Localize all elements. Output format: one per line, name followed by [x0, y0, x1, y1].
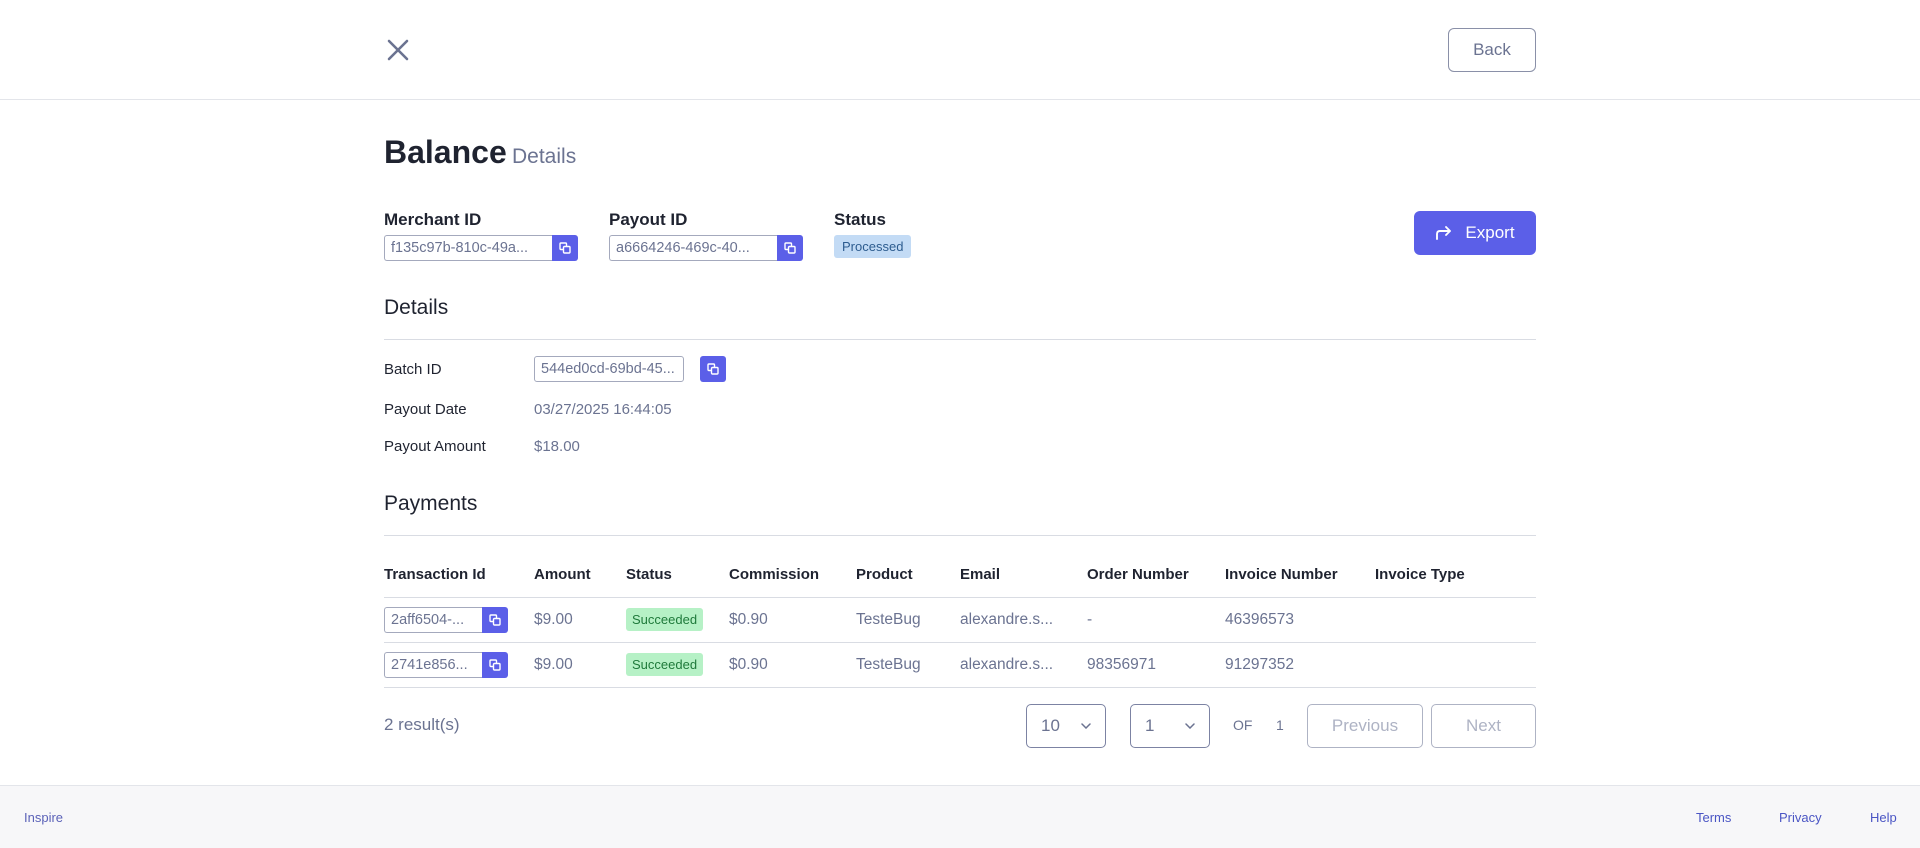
copy-icon — [489, 659, 501, 671]
merchant-id-value[interactable]: f135c97b-810c-49a... — [384, 235, 552, 261]
transaction-id-value[interactable]: 2aff6504-... — [384, 607, 482, 633]
transaction-id-value[interactable]: 2741e856... — [384, 652, 482, 678]
order-number-cell: 98356971 — [1087, 656, 1156, 673]
share-arrow-icon — [1436, 226, 1452, 240]
page-title: Balance — [384, 134, 507, 170]
footer: Inspire Terms Privacy Help — [0, 785, 1920, 848]
column-header: Email — [960, 566, 1001, 583]
column-header: Product — [856, 566, 913, 583]
copy-merchant-id-button[interactable] — [552, 235, 578, 261]
close-icon — [387, 39, 409, 61]
back-button[interactable]: Back — [1448, 28, 1536, 72]
commission-cell: $0.90 — [729, 611, 768, 628]
chevron-down-icon — [1185, 723, 1195, 729]
previous-page-button[interactable]: Previous — [1307, 704, 1423, 748]
page-subtitle: Details — [512, 145, 577, 168]
footer-help-link[interactable]: Help — [1870, 810, 1897, 825]
payout-date-label: Payout Date — [384, 401, 467, 418]
close-button[interactable] — [384, 36, 412, 64]
batch-id-label: Batch ID — [384, 361, 442, 378]
total-pages: 1 — [1276, 717, 1284, 733]
next-page-button[interactable]: Next — [1431, 704, 1536, 748]
copy-transaction-id-button[interactable] — [482, 607, 508, 633]
status-badge: Succeeded — [626, 608, 704, 631]
merchant-id-field: f135c97b-810c-49a... — [384, 235, 578, 261]
order-number-cell: - — [1087, 611, 1093, 628]
details-divider — [384, 339, 1536, 340]
footer-terms-link[interactable]: Terms — [1696, 810, 1731, 825]
row-divider — [384, 642, 1536, 643]
export-label: Export — [1465, 223, 1515, 242]
payout-amount-value: $18.00 — [534, 438, 580, 455]
email-cell: alexandre.s... — [960, 611, 1054, 628]
of-label: OF — [1233, 717, 1253, 733]
export-button[interactable]: Export — [1414, 211, 1536, 255]
column-header: Invoice Number — [1225, 566, 1338, 583]
batch-id-value[interactable]: 544ed0cd-69bd-45... — [534, 356, 684, 382]
page-number-select[interactable]: 1 — [1130, 704, 1210, 748]
payout-id-label: Payout ID — [609, 210, 688, 229]
invoice-number-cell: 91297352 — [1225, 656, 1294, 673]
column-header: Commission — [729, 566, 820, 583]
page-size-select[interactable]: 10 — [1026, 704, 1106, 748]
result-count: 2 result(s) — [384, 715, 460, 734]
payments-divider — [384, 535, 1536, 536]
batch-id-field: 544ed0cd-69bd-45... — [534, 356, 726, 382]
copy-icon — [559, 242, 571, 254]
product-cell: TesteBug — [856, 656, 921, 673]
copy-icon — [489, 614, 501, 626]
transaction-id-field: 2741e856... — [384, 652, 508, 678]
copy-batch-id-button[interactable] — [700, 356, 726, 382]
status-badge: Succeeded — [626, 653, 704, 676]
copy-transaction-id-button[interactable] — [482, 652, 508, 678]
row-divider — [384, 597, 1536, 598]
column-header: Transaction Id — [384, 566, 486, 583]
amount-cell: $9.00 — [534, 611, 573, 628]
footer-privacy-link[interactable]: Privacy — [1779, 810, 1822, 825]
status-label: Status — [834, 210, 886, 229]
invoice-number-cell: 46396573 — [1225, 611, 1294, 628]
copy-payout-id-button[interactable] — [777, 235, 803, 261]
product-cell: TesteBug — [856, 611, 921, 628]
payout-id-value[interactable]: a6664246-469c-40... — [609, 235, 777, 261]
payout-amount-label: Payout Amount — [384, 438, 486, 455]
payments-section-title: Payments — [384, 492, 478, 515]
copy-icon — [707, 363, 719, 375]
chevron-down-icon — [1081, 723, 1091, 729]
merchant-id-label: Merchant ID — [384, 210, 482, 229]
status-badge: Processed — [834, 235, 912, 258]
column-header: Order Number — [1087, 566, 1189, 583]
copy-icon — [784, 242, 796, 254]
column-header: Status — [626, 566, 672, 583]
footer-brand[interactable]: Inspire — [24, 810, 63, 825]
commission-cell: $0.90 — [729, 656, 768, 673]
amount-cell: $9.00 — [534, 656, 573, 673]
payout-date-value: 03/27/2025 16:44:05 — [534, 401, 672, 418]
page-size-value: 10 — [1041, 716, 1060, 735]
column-header: Amount — [534, 566, 591, 583]
top-bar: Back — [0, 0, 1920, 100]
column-header: Invoice Type — [1375, 566, 1465, 583]
row-divider — [384, 687, 1536, 688]
page-number-value: 1 — [1145, 716, 1155, 735]
details-section-title: Details — [384, 296, 449, 319]
transaction-id-field: 2aff6504-... — [384, 607, 508, 633]
payout-id-field: a6664246-469c-40... — [609, 235, 803, 261]
email-cell: alexandre.s... — [960, 656, 1054, 673]
